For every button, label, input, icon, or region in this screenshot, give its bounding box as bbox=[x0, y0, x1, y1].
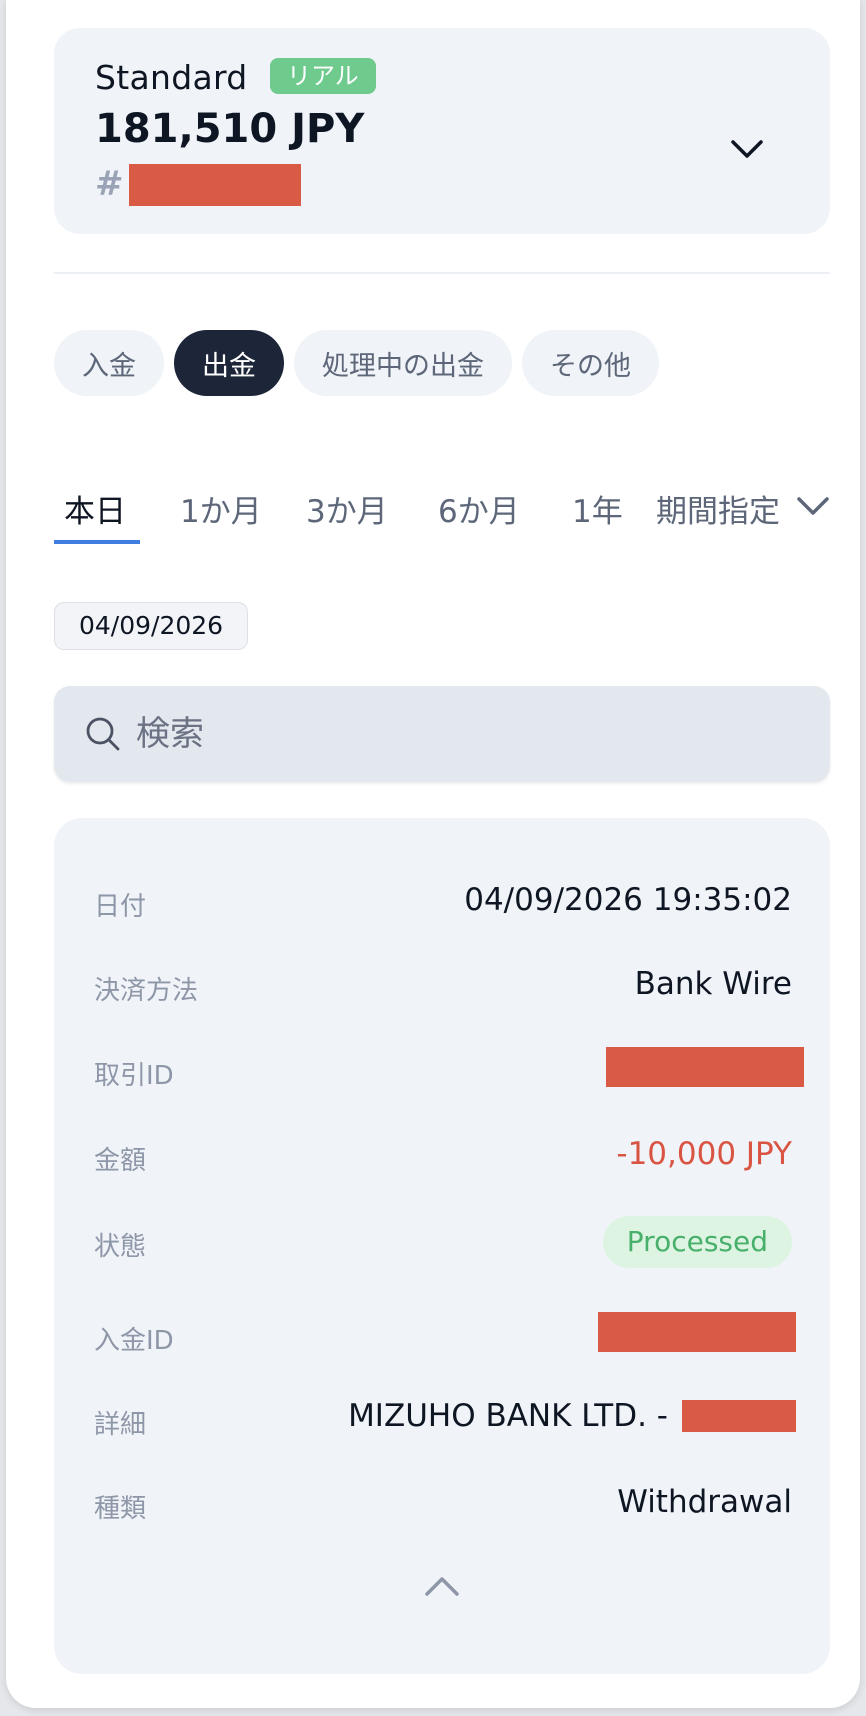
row-date: 日付 04/09/2026 19:35:02 bbox=[54, 874, 830, 934]
tab-3-months[interactable]: 3か月 bbox=[306, 486, 388, 531]
amount-value: -10,000 JPY bbox=[616, 1136, 792, 1172]
date-chip[interactable]: 04/09/2026 bbox=[54, 602, 249, 650]
tab-custom-period[interactable]: 期間指定 bbox=[656, 486, 780, 531]
account-number-prefix: # bbox=[95, 164, 124, 204]
tab-deposit[interactable]: 入金 bbox=[54, 330, 164, 396]
row-kind: 種類 Withdrawal bbox=[54, 1476, 830, 1536]
active-tab-indicator bbox=[54, 540, 140, 544]
row-payment-method: 決済方法 Bank Wire bbox=[54, 958, 830, 1018]
account-number-redaction bbox=[129, 164, 301, 206]
search-input[interactable] bbox=[136, 706, 806, 762]
transaction-card: 日付 04/09/2026 19:35:02 決済方法 Bank Wire 取引… bbox=[54, 818, 830, 1674]
row-details: 詳細 MIZUHO BANK LTD. - bbox=[54, 1392, 830, 1452]
app-frame: Standard リアル 181,510 JPY # 入金 出金 処理中の出金 … bbox=[6, 0, 860, 1708]
tab-other[interactable]: その他 bbox=[522, 330, 659, 396]
row-amount: 金額 -10,000 JPY bbox=[54, 1128, 830, 1188]
account-selector[interactable]: Standard リアル 181,510 JPY # bbox=[54, 28, 830, 234]
details-redaction bbox=[682, 1400, 796, 1432]
status-badge: Processed bbox=[602, 1216, 792, 1268]
details-value: MIZUHO BANK LTD. - bbox=[348, 1398, 668, 1434]
period-tabs: 本日 1か月 3か月 6か月 1年 期間指定 bbox=[54, 486, 840, 546]
transaction-id-label: 取引ID bbox=[94, 1061, 174, 1091]
chevron-down-icon[interactable] bbox=[730, 138, 764, 164]
account-type: Standard bbox=[95, 58, 248, 97]
details-value-group: MIZUHO BANK LTD. - bbox=[348, 1398, 796, 1434]
payment-method-label: 決済方法 bbox=[94, 976, 199, 1006]
real-account-badge: リアル bbox=[270, 58, 376, 94]
tab-1-year[interactable]: 1年 bbox=[572, 486, 623, 531]
payment-method-value: Bank Wire bbox=[634, 966, 792, 1002]
tab-1-month[interactable]: 1か月 bbox=[180, 486, 262, 531]
transaction-id-redaction bbox=[606, 1047, 804, 1087]
tab-withdrawal[interactable]: 出金 bbox=[174, 330, 284, 396]
transaction-type-tabs: 入金 出金 処理中の出金 その他 bbox=[54, 330, 659, 396]
tab-6-months[interactable]: 6か月 bbox=[438, 486, 520, 531]
status-label: 状態 bbox=[94, 1232, 147, 1262]
kind-value: Withdrawal bbox=[617, 1484, 792, 1520]
date-value: 04/09/2026 19:35:02 bbox=[464, 882, 792, 918]
details-label: 詳細 bbox=[94, 1410, 147, 1440]
search-icon bbox=[85, 716, 121, 756]
account-balance: 181,510 JPY bbox=[95, 106, 365, 152]
tab-pending-withdrawal[interactable]: 処理中の出金 bbox=[294, 330, 512, 396]
tab-today[interactable]: 本日 bbox=[64, 486, 126, 531]
date-label: 日付 bbox=[94, 892, 147, 922]
row-transaction-id: 取引ID bbox=[54, 1043, 830, 1103]
row-status: 状態 Processed bbox=[54, 1214, 830, 1274]
chevron-up-icon[interactable] bbox=[424, 1574, 460, 1602]
search-bar[interactable] bbox=[54, 686, 830, 782]
deposit-id-label: 入金ID bbox=[94, 1326, 174, 1356]
deposit-id-redaction bbox=[598, 1312, 796, 1352]
section-divider bbox=[54, 272, 830, 274]
chevron-down-icon[interactable] bbox=[796, 494, 830, 522]
amount-label: 金額 bbox=[94, 1146, 147, 1176]
row-deposit-id: 入金ID bbox=[54, 1308, 830, 1368]
kind-label: 種類 bbox=[94, 1494, 147, 1524]
